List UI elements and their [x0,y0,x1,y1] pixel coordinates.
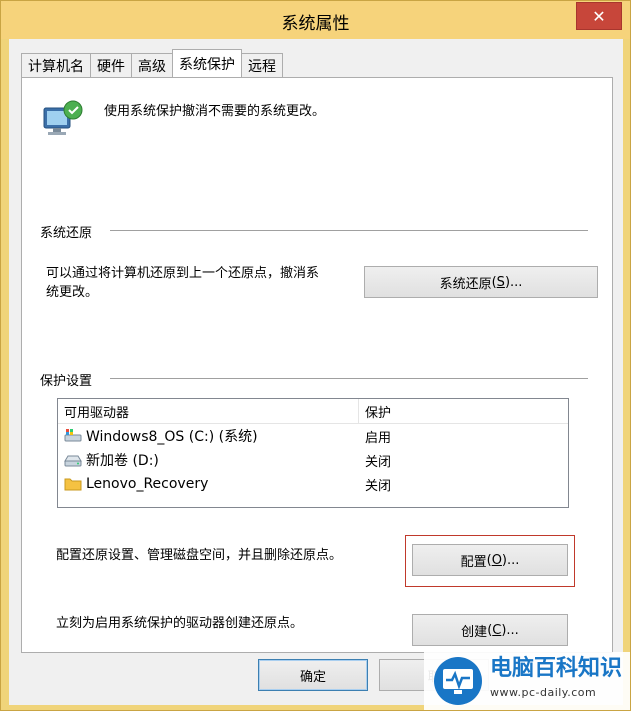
restore-description: 可以通过将计算机还原到上一个还原点，撤消系 统更改。 [46,264,319,302]
create-button[interactable]: 创建(C)... [412,614,568,646]
protection-group-divider [110,378,588,379]
create-label: 创建 [461,624,488,640]
drive-protection-status: 启用 [365,430,392,446]
configure-accesskey: O [491,552,502,568]
drive-list-header: 可用驱动器 保护 [58,399,568,424]
watermark-logo-icon [430,656,486,706]
folder-icon [64,478,82,491]
configure-label: 配置 [460,554,487,570]
restore-group-divider [110,230,588,231]
ok-button[interactable]: 确定 [258,659,368,691]
restore-description-line-2: 统更改。 [46,285,99,300]
tab-hardware[interactable]: 硬件 [90,53,132,77]
drive-name: 新加卷 (D:) [86,453,159,469]
tab-remote[interactable]: 远程 [241,53,283,77]
column-header-protection[interactable]: 保护 [359,399,568,423]
watermark-name: 电脑百科知识 [490,656,623,681]
create-ellipsis: ... [506,622,519,638]
create-accesskey: C [492,622,502,638]
drive-row[interactable]: 新加卷 (D:) 关闭 [58,448,568,472]
system-restore-button[interactable]: 系统还原(S)... [364,266,598,298]
watermark-text: 电脑百科知识 www.pc-daily.com [490,657,622,705]
system-restore-label: 系统还原 [439,276,492,292]
create-description: 立刻为启用系统保护的驱动器创建还原点。 [56,616,304,631]
drive-name: Lenovo_Recovery [86,476,209,492]
tab-strip: 计算机名 硬件 高级 系统保护 远程 [21,49,283,77]
column-header-drive[interactable]: 可用驱动器 [58,399,359,423]
tab-advanced[interactable]: 高级 [131,53,173,77]
system-properties-window: 系统属性 ✕ 计算机名 硬件 高级 系统保护 远程 使用系统保护撤消不需要的系统… [0,0,631,711]
drive-row[interactable]: Windows8_OS (C:) (系统) 启用 [58,424,568,448]
configure-ellipsis: ... [507,552,520,568]
tab-system-protection[interactable]: 系统保护 [172,49,242,77]
configure-button[interactable]: 配置(O)... [412,544,568,576]
system-protection-panel: 使用系统保护撤消不需要的系统更改。 系统还原 可以通过将计算机还原到上一个还原点… [21,77,613,653]
drive-list[interactable]: 可用驱动器 保护 Windows8_OS (C:) (系统) 启用 新加卷 (D… [57,398,569,508]
dialog-client: 计算机名 硬件 高级 系统保护 远程 使用系统保护撤消不需要的系统更改。 系统还… [9,39,623,705]
tab-computer-name[interactable]: 计算机名 [21,53,91,77]
system-restore-ellipsis: ... [510,274,523,290]
title-bar[interactable]: 系统属性 ✕ [1,1,630,39]
intro-text: 使用系统保护撤消不需要的系统更改。 [104,104,326,119]
close-icon: ✕ [592,6,606,26]
drive-name: Windows8_OS (C:) (系统) [86,429,258,445]
system-drive-icon [64,429,82,442]
site-watermark: 电脑百科知识 www.pc-daily.com [424,652,630,710]
close-button[interactable]: ✕ [576,2,622,30]
disk-drive-icon [64,455,82,467]
restore-description-line-1: 可以通过将计算机还原到上一个还原点，撤消系 [46,266,320,281]
window-title: 系统属性 [281,14,350,34]
drive-protection-status: 关闭 [365,454,392,470]
system-restore-accesskey: S [496,274,505,290]
protection-group-label: 保护设置 [40,370,99,389]
drive-protection-status: 关闭 [365,478,392,494]
system-protection-shield-icon [42,98,86,138]
watermark-url: www.pc-daily.com [490,686,597,699]
configure-description: 配置还原设置、管理磁盘空间，并且删除还原点。 [56,548,343,563]
drive-row[interactable]: Lenovo_Recovery 关闭 [58,472,568,496]
restore-group-label: 系统还原 [40,222,99,241]
